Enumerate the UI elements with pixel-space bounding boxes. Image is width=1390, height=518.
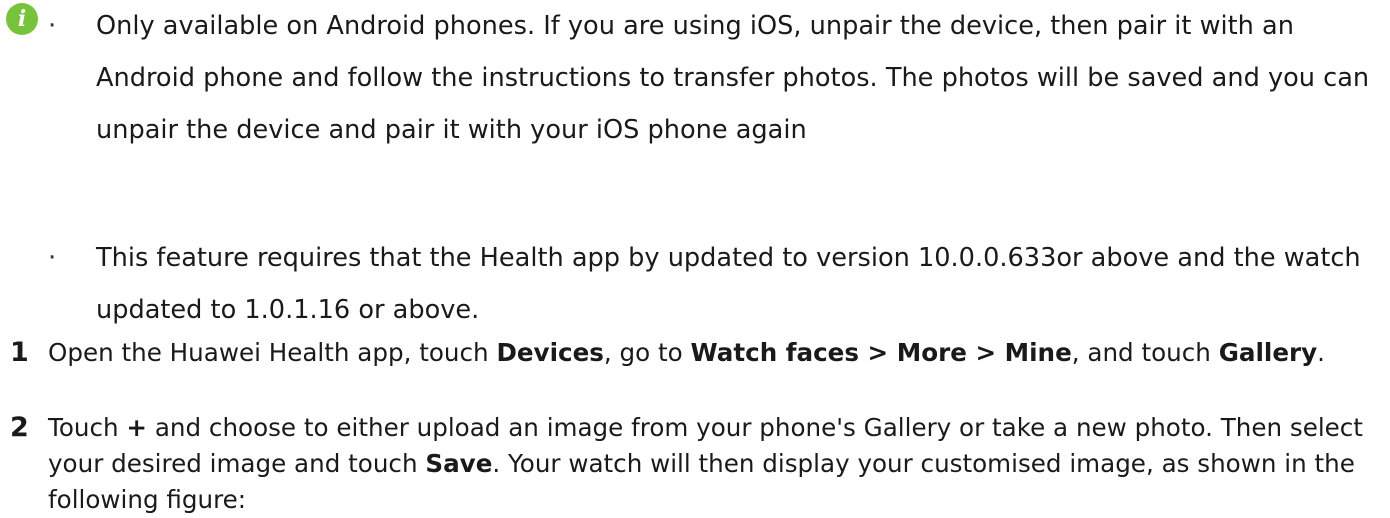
bullet-dot-icon: ·	[48, 11, 57, 41]
step-number: 2	[10, 412, 29, 443]
step-text-run: , and touch	[1071, 338, 1219, 367]
step-text: Touch + and choose to either upload an i…	[48, 410, 1378, 518]
step-text-run: , go to	[603, 338, 691, 367]
step-text-bold: Mine	[1004, 338, 1072, 367]
info-icon: i	[6, 3, 38, 35]
step-text-bold: More	[896, 338, 967, 367]
note-bullet-text: This feature requires that the Health ap…	[96, 243, 1361, 325]
step-text-bold: >	[859, 338, 897, 367]
step-text-bold: >	[966, 338, 1005, 367]
step-text-run: Touch	[48, 413, 127, 442]
step-text-bold: Devices	[496, 338, 604, 367]
step-number: 1	[10, 337, 29, 368]
bullet-dot-icon: ·	[48, 243, 57, 273]
step-text-bold: Gallery	[1218, 338, 1318, 367]
note-bullet-text: Only available on Android phones. If you…	[96, 11, 1370, 145]
step-text-run: .	[1317, 338, 1325, 367]
step-text-run: Open the Huawei Health app, touch	[48, 338, 497, 367]
step-text-bold: +	[126, 413, 148, 442]
step-text: Open the Huawei Health app, touch Device…	[48, 335, 1378, 371]
step-text-bold: Watch faces	[690, 338, 859, 367]
step-text-bold: Save	[425, 449, 493, 478]
